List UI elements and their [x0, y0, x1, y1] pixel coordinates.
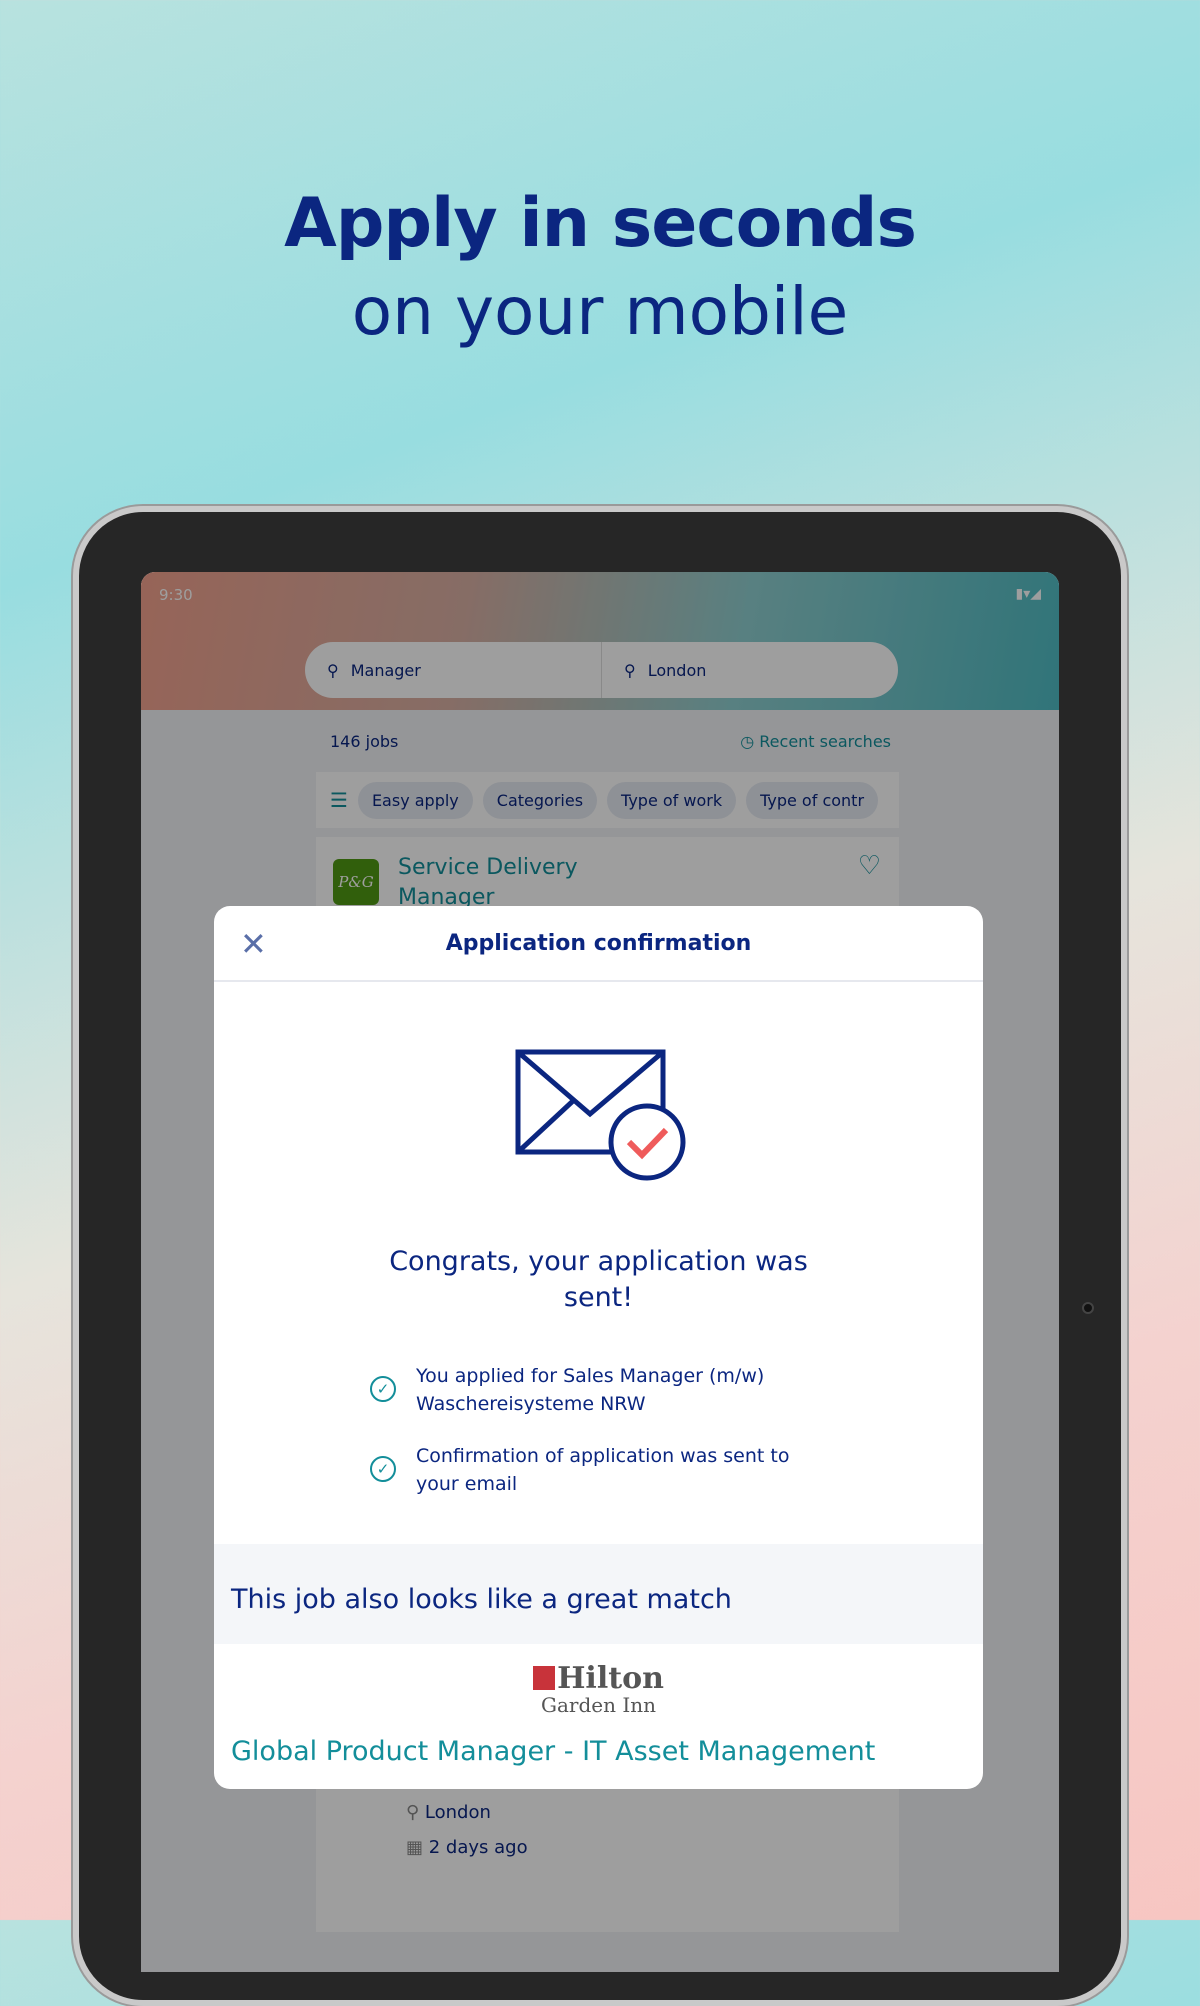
- check-circle-icon: ✓: [370, 1376, 396, 1402]
- camera-icon: [1082, 1302, 1094, 1314]
- item-text-line-2: Waschereisysteme NRW: [416, 1393, 646, 1415]
- item-text-line-2: your email: [416, 1473, 518, 1495]
- congrats-line-2: sent!: [563, 1282, 634, 1313]
- application-confirmation-dialog: ✕ Application confirmation Congrats, your…: [214, 906, 983, 1789]
- item-text-line-1: Confirmation of application was sent to: [416, 1445, 790, 1467]
- hero-line-2: on your mobile: [351, 273, 849, 350]
- match-heading: This job also looks like a great match: [214, 1544, 983, 1644]
- suggested-job-link[interactable]: Global Product Manager - IT Asset Manage…: [231, 1736, 875, 1767]
- confirmation-item: ✓ Confirmation of application was sent to…: [370, 1442, 789, 1498]
- check-circle-icon: ✓: [370, 1456, 396, 1482]
- congrats-message: Congrats, your application was sent!: [214, 1244, 983, 1316]
- hero-line-1: Apply in seconds: [284, 184, 917, 263]
- item-text-line-1: You applied for Sales Manager (m/w): [416, 1365, 765, 1387]
- congrats-line-1: Congrats, your application was: [389, 1246, 808, 1277]
- hero-heading: Apply in seconds on your mobile: [0, 180, 1200, 356]
- dialog-title: Application confirmation: [445, 931, 752, 956]
- envelope-check-icon: [515, 1049, 686, 1181]
- confirmation-item: ✓ You applied for Sales Manager (m/w) Wasc…: [370, 1362, 764, 1418]
- close-icon[interactable]: ✕: [240, 906, 267, 982]
- hilton-garden-inn-logo: Hilton Garden Inn: [214, 1664, 983, 1716]
